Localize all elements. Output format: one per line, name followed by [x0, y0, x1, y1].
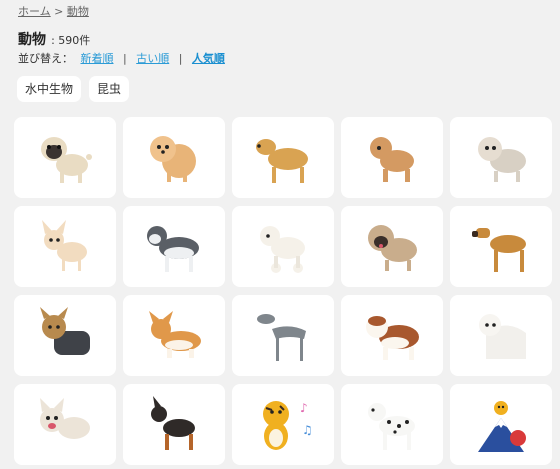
pug-illustration-icon: [41, 137, 92, 183]
greyhound-illustration-icon: [257, 314, 306, 361]
result-count: : 590件: [51, 34, 91, 47]
sort-popular-link[interactable]: 人気順: [192, 52, 225, 65]
pomeranian-illustration-icon: [150, 136, 196, 182]
card-pug[interactable]: [14, 117, 116, 198]
sort-divider: |: [123, 52, 127, 65]
saint-bernard-illustration-icon: [366, 316, 419, 360]
french-bulldog-illustration-icon: [40, 398, 90, 439]
card-yorkshire-terrier[interactable]: [14, 295, 116, 376]
card-shih-tzu[interactable]: [450, 117, 552, 198]
sort-oldest-link[interactable]: 古い順: [136, 52, 169, 65]
breadcrumb-home-link[interactable]: ホーム: [18, 5, 51, 18]
breadcrumb-current-link[interactable]: 動物: [67, 5, 89, 18]
card-tiger-singing[interactable]: ♪ ♫: [232, 384, 334, 465]
sort-divider: |: [178, 52, 183, 65]
card-doberman[interactable]: [123, 384, 225, 465]
corgi-illustration-icon: [149, 311, 201, 358]
card-husky[interactable]: [123, 206, 225, 287]
card-great-dane[interactable]: [450, 206, 552, 287]
card-pekingese[interactable]: [341, 206, 443, 287]
card-chihuahua[interactable]: [14, 206, 116, 287]
maltese-illustration-icon: [479, 314, 526, 359]
sort-newest-link[interactable]: 新着順: [81, 52, 114, 65]
pekingese-illustration-icon: [368, 225, 417, 271]
card-dalmatian[interactable]: [341, 384, 443, 465]
toy-poodle-illustration-icon: [370, 137, 414, 182]
svg-text:♪: ♪: [300, 401, 308, 415]
great-dane-illustration-icon: [472, 228, 526, 272]
card-toy-poodle[interactable]: [341, 117, 443, 198]
tag-insects[interactable]: 昆虫: [89, 76, 130, 102]
card-saint-bernard[interactable]: [341, 295, 443, 376]
card-french-bulldog[interactable]: [14, 384, 116, 465]
husky-illustration-icon: [147, 226, 199, 272]
dalmatian-illustration-icon: [368, 403, 415, 450]
card-greyhound[interactable]: [232, 295, 334, 376]
breadcrumb-separator: >: [54, 5, 64, 18]
card-maltese[interactable]: [450, 295, 552, 376]
chihuahua-illustration-icon: [42, 220, 87, 271]
yorkshire-terrier-illustration-icon: [40, 307, 90, 355]
svg-text:♫: ♫: [302, 423, 313, 437]
doberman-illustration-icon: [151, 396, 195, 450]
card-corgi[interactable]: [123, 295, 225, 376]
white-poodle-illustration-icon: [260, 226, 305, 273]
card-golden-retriever[interactable]: [232, 117, 334, 198]
tag-aquatic[interactable]: 水中生物: [17, 76, 82, 102]
tiger-singing-illustration-icon: ♪ ♫: [263, 401, 313, 450]
card-pomeranian[interactable]: [123, 117, 225, 198]
shih-tzu-illustration-icon: [478, 137, 526, 182]
page-header: 動物 : 590件: [18, 29, 90, 49]
golden-retriever-illustration-icon: [256, 139, 308, 183]
sort-label: 並び替え：: [18, 52, 73, 65]
sort-bar: 並び替え： 新着順 | 古い順 | 人気順: [18, 50, 225, 66]
page-title: 動物: [18, 32, 46, 48]
tiger-mount-fuji-illustration-icon: [478, 401, 526, 452]
breadcrumb: ホーム > 動物: [18, 3, 89, 19]
card-white-poodle[interactable]: [232, 206, 334, 287]
card-tiger-mount-fuji[interactable]: [450, 384, 552, 465]
category-tags: 水中生物 昆虫: [17, 76, 130, 102]
